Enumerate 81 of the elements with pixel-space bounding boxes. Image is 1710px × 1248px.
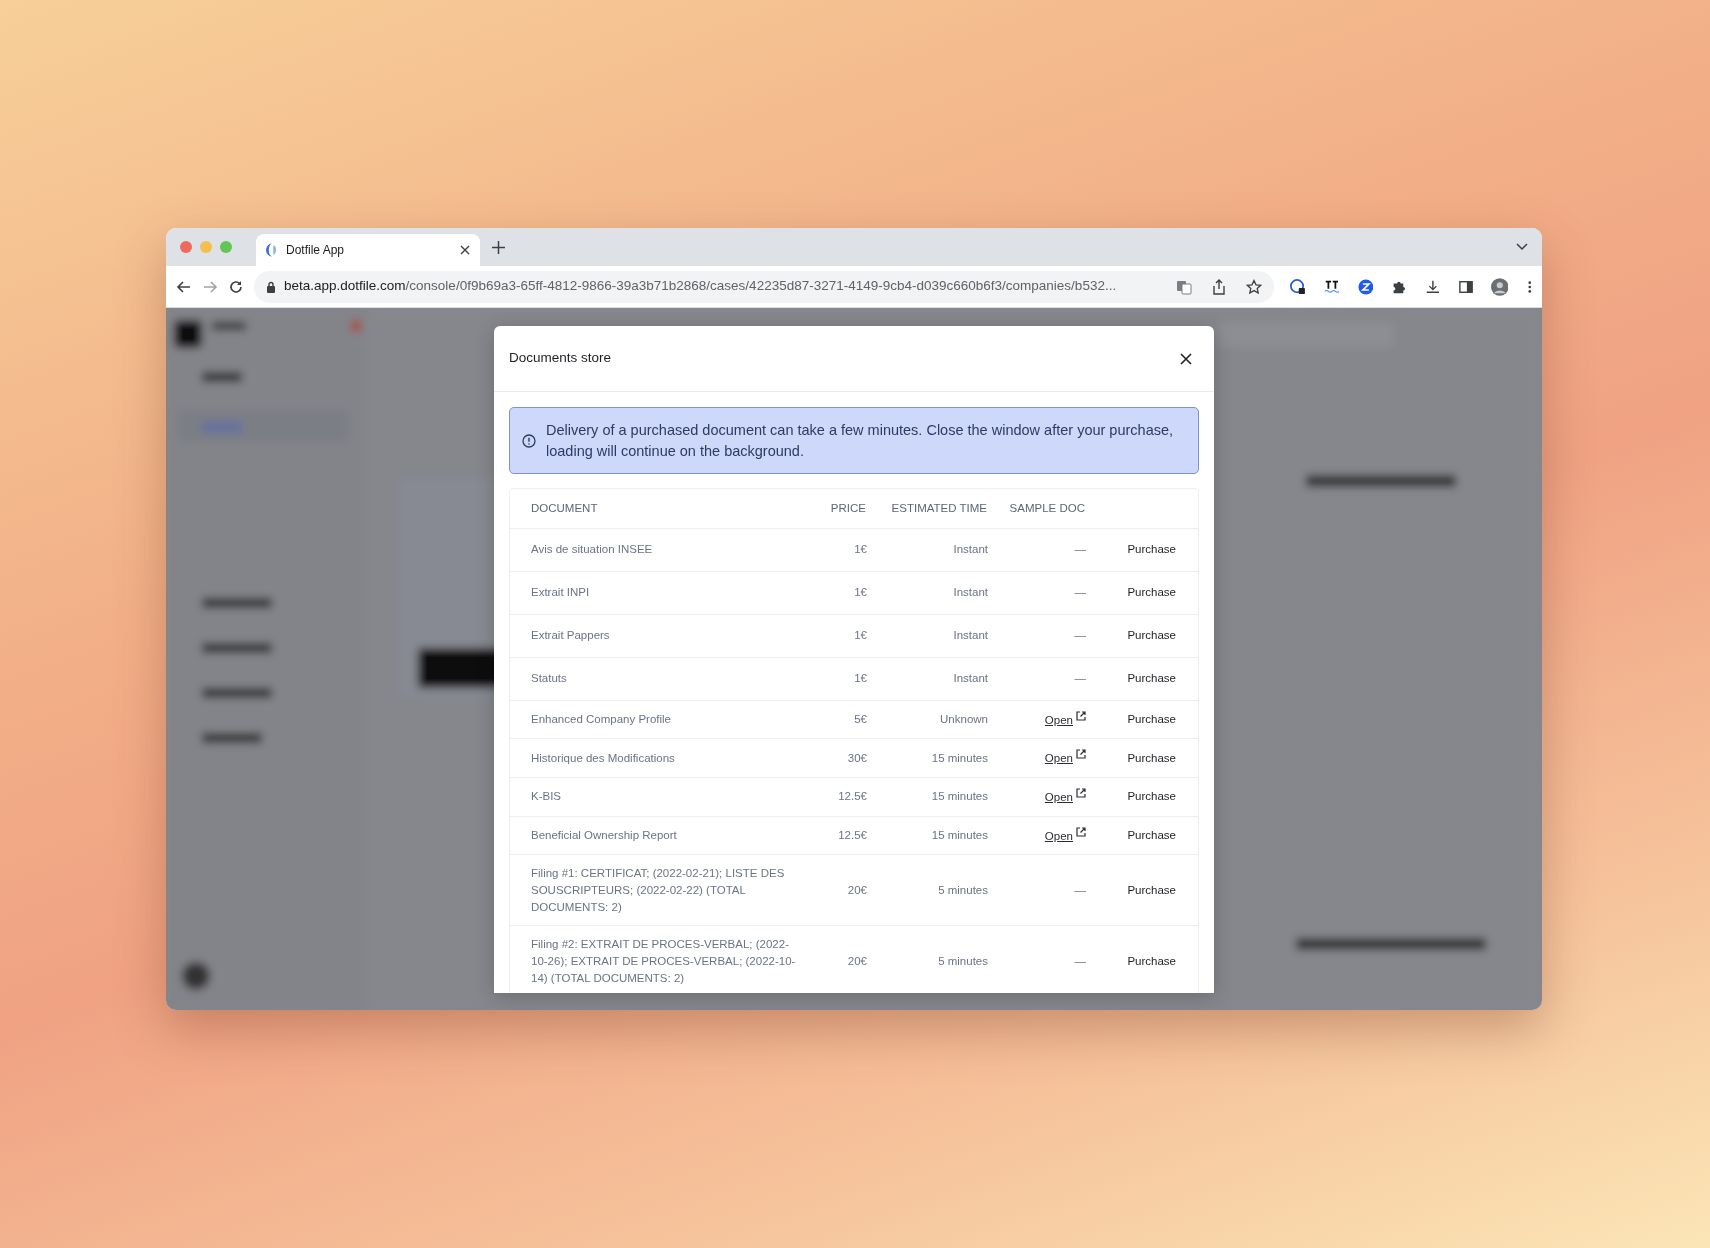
browser-tab[interactable]: Dotfile App [256,234,480,266]
estimated-time: Unknown [940,713,988,726]
open-link[interactable]: Open [1044,713,1073,726]
close-tab-icon[interactable] [460,245,470,255]
estimated-time: 15 minutes [931,790,988,803]
open-link[interactable]: Open [1044,829,1073,842]
url-text: beta.app.dotfile.com/console/0f9b69a3-65ff-4812-9866-39a3b71b2868/cases/42235d87-3271-4149-9cb4-d039c660b6f3/companies/b532... [284,277,1117,296]
address-bar[interactable]: beta.app.dotfile.com/console/0f9b69a3-65ff-4812-9866-39a3b71b2868/cases/42235d87-3271-4149-9cb4-d039c660b6f3/companies/b532... [254,270,1274,303]
price-text: 12.5€ [838,829,867,842]
side-panel-icon[interactable] [1458,278,1473,295]
document-name: Avis de situation INSEE [531,543,653,556]
estimated-time: 5 minutes [938,954,988,967]
alert-message: Delivery of a purchased document can take a few minutes. Close the window after your purchase, loading will continue on the background. [546,421,1175,461]
document-name: Extrait Pappers [531,629,610,642]
estimated-time: 15 minutes [931,829,988,842]
dash-text: — [1074,954,1086,967]
document-name: Statuts [531,672,567,685]
lock-icon [266,280,276,293]
purchase-button[interactable]: Purchase [1127,711,1176,728]
purchase-button[interactable]: Purchase [1127,541,1176,558]
dash-text: — [1074,883,1086,896]
purchase-button[interactable]: Purchase [1127,788,1176,806]
price-text: 1€ [854,629,867,642]
estimated-time: Instant [953,672,988,685]
external-link-icon [1076,710,1086,721]
price-text: 30€ [847,751,867,764]
dash-text: — [1074,629,1086,642]
document-name: Extrait INPI [531,586,590,599]
estimated-time: Instant [953,543,988,556]
dialog-title: Documents store [509,349,612,368]
purchase-button[interactable]: Purchase [1127,584,1176,601]
purchase-button[interactable]: Purchase [1127,881,1176,899]
estimated-time: 15 minutes [931,751,988,764]
column-header: SAMPLE DOC [1009,501,1085,514]
back-icon[interactable] [176,278,192,295]
info-icon [522,434,536,448]
reload-icon[interactable] [228,278,244,295]
purchase-button[interactable]: Purchase [1127,952,1176,970]
purchase-button[interactable]: Purchase [1127,627,1176,644]
external-link-icon [1076,787,1086,798]
purchase-button[interactable]: Purchase [1127,827,1176,844]
price-text: 20€ [847,883,867,896]
translate-icon[interactable] [1176,278,1192,295]
price-text: 1€ [854,543,867,556]
open-link[interactable]: Open [1044,752,1073,765]
estimated-time: 5 minutes [938,883,988,896]
share-icon[interactable] [1212,278,1226,295]
document-name: K-BIS [531,790,562,803]
purchase-button[interactable]: Purchase [1127,670,1176,687]
estimated-time: Instant [953,629,988,642]
document-name: Enhanced Company Profile [531,713,671,726]
document-name: Beneficial Ownership Report [531,829,677,842]
tab-favicon-icon [266,243,276,257]
extension-icon[interactable] [1290,277,1306,296]
extension-icon[interactable] [1323,278,1340,295]
document-name: Filing #1: CERTIFICAT; (2022-02-21); LISTE DES SOUSCRIPTEURS; (2022-02-22) (TOTAL DOCUMENTS: 2) [531,867,785,913]
external-link-icon [1076,826,1086,837]
price-text: 1€ [854,586,867,599]
price-text: 12.5€ [838,790,867,803]
column-header: ESTIMATED TIME [891,501,987,514]
column-header: DOCUMENT [531,501,598,514]
chevron-down-icon[interactable] [1516,243,1528,251]
new-tab-icon[interactable] [492,240,505,254]
avatar-icon[interactable] [1490,276,1509,297]
price-text: 1€ [854,672,867,685]
column-header: PRICE [830,501,866,514]
dash-text: — [1074,672,1086,685]
purchase-button[interactable]: Purchase [1127,749,1176,767]
dash-text: — [1074,586,1086,599]
open-link[interactable]: Open [1044,790,1073,803]
dash-text: — [1074,543,1086,556]
close-icon[interactable] [1180,352,1192,365]
external-link-icon [1076,749,1086,760]
star-icon[interactable] [1246,278,1262,295]
price-text: 5€ [854,713,867,726]
document-name: Filing #2: EXTRAIT DE PROCES-VERBAL; (2022-10-26); EXTRAIT DE PROCES-VERBAL; (2022-10-14) (TOTAL DOCUMENTS: 2) [531,938,796,984]
price-text: 20€ [847,954,867,967]
document-name: Historique des Modifications [531,751,675,764]
menu-icon[interactable] [1528,278,1532,295]
tab-title: Dotfile App [286,242,346,259]
estimated-time: Instant [953,586,988,599]
